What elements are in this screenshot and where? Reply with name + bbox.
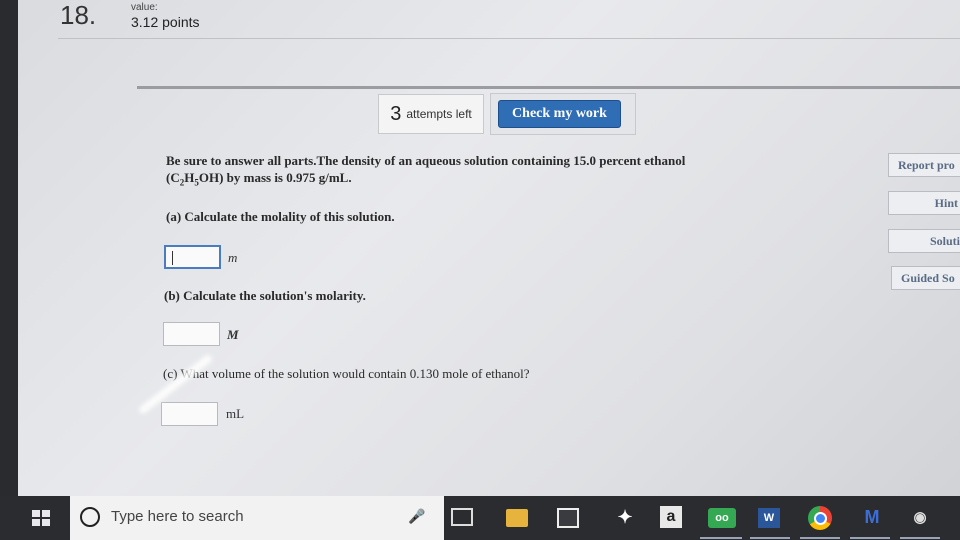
attempts-label: attempts left [406, 107, 472, 121]
store-icon[interactable] [557, 508, 579, 528]
question-prompt: Be sure to answer all parts.The density … [166, 152, 786, 192]
part-b-label: (b) Calculate the solution's molarity. [164, 288, 366, 303]
part-a-label: (a) Calculate the molality of this solut… [166, 209, 395, 224]
chrome-icon[interactable] [808, 506, 832, 530]
screen-bezel [0, 0, 18, 498]
report-problem-button[interactable]: Report pro [888, 153, 960, 177]
prompt-line-2: (C2H5OH) by mass is 0.975 g/mL. [166, 170, 352, 188]
molarity-answer-input[interactable] [163, 322, 220, 346]
dropbox-icon[interactable]: ✦ [611, 504, 639, 530]
question-panel-border [137, 86, 960, 89]
guided-solution-button[interactable]: Guided So [891, 266, 960, 290]
m-app-icon[interactable]: M [858, 504, 886, 530]
tripadvisor-icon[interactable]: oo [708, 508, 736, 528]
active-app-indicator [900, 537, 940, 539]
molality-unit: m [228, 250, 238, 265]
part-c-label: (c) What volume of the solution would co… [163, 366, 530, 381]
prompt-line-1: Be sure to answer all parts.The density … [166, 153, 686, 168]
steam-icon[interactable]: ◉ [906, 504, 934, 530]
active-app-indicator [700, 537, 742, 539]
task-view-icon[interactable] [451, 508, 473, 526]
check-my-work-button[interactable]: Check my work [498, 100, 621, 128]
attempts-count: 3 [390, 102, 402, 125]
taskbar-search-box[interactable]: Type here to search 🎤 [70, 496, 444, 540]
volume-answer-input[interactable] [161, 402, 218, 426]
active-app-indicator [850, 537, 890, 539]
amazon-icon[interactable]: a [660, 506, 682, 528]
volume-unit: mL [226, 406, 245, 421]
points-value: 3.12 points [131, 14, 200, 30]
word-icon[interactable]: W [758, 508, 780, 528]
value-label: value: [131, 2, 158, 13]
solution-button[interactable]: Soluti [888, 229, 960, 253]
windows-start-icon[interactable] [32, 510, 50, 526]
header-divider [58, 38, 960, 39]
attempts-indicator: 3 attempts left [378, 94, 484, 134]
search-placeholder: Type here to search [111, 508, 244, 525]
question-number: 18. [60, 0, 97, 30]
active-app-indicator [750, 537, 790, 539]
active-app-indicator [800, 537, 840, 539]
molarity-unit: M [227, 327, 239, 342]
taskbar: Type here to search 🎤 ✦ a oo W M ◉ [0, 496, 960, 540]
microphone-icon[interactable]: 🎤 [408, 508, 425, 528]
cortana-icon[interactable] [80, 507, 100, 527]
hint-button[interactable]: Hint [888, 191, 960, 215]
file-explorer-icon[interactable] [506, 509, 528, 527]
text-caret [172, 251, 173, 265]
molality-answer-input[interactable] [164, 245, 221, 269]
